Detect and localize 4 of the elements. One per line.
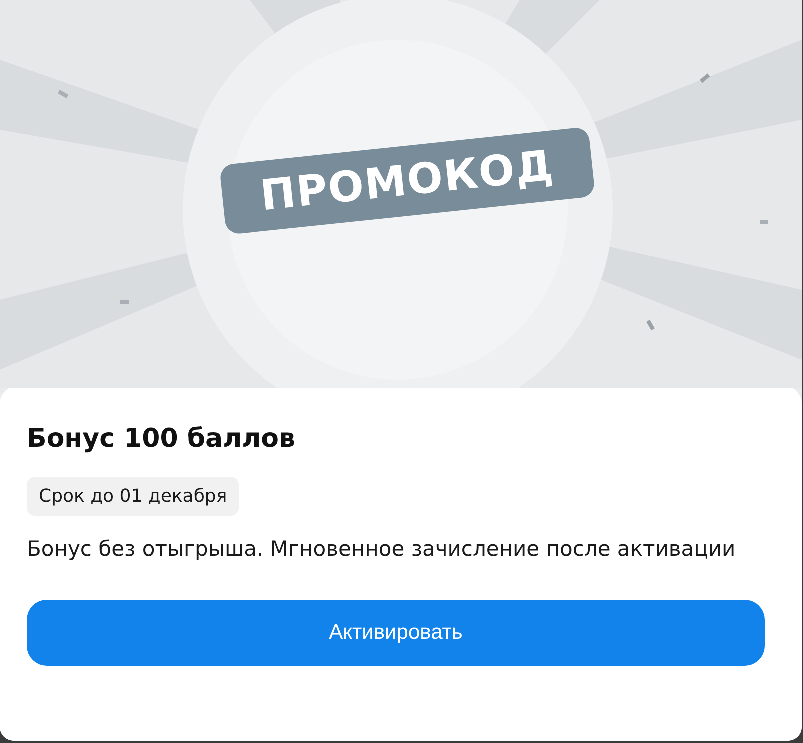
expiry-tag: Срок до 01 декабря [27,477,240,516]
offer-description: Бонус без отыгрыша. Мгновенное зачисление после активации [27,536,737,564]
offer-title: Бонус 100 баллов [27,424,296,456]
activate-button[interactable]: Активировать [27,600,765,666]
